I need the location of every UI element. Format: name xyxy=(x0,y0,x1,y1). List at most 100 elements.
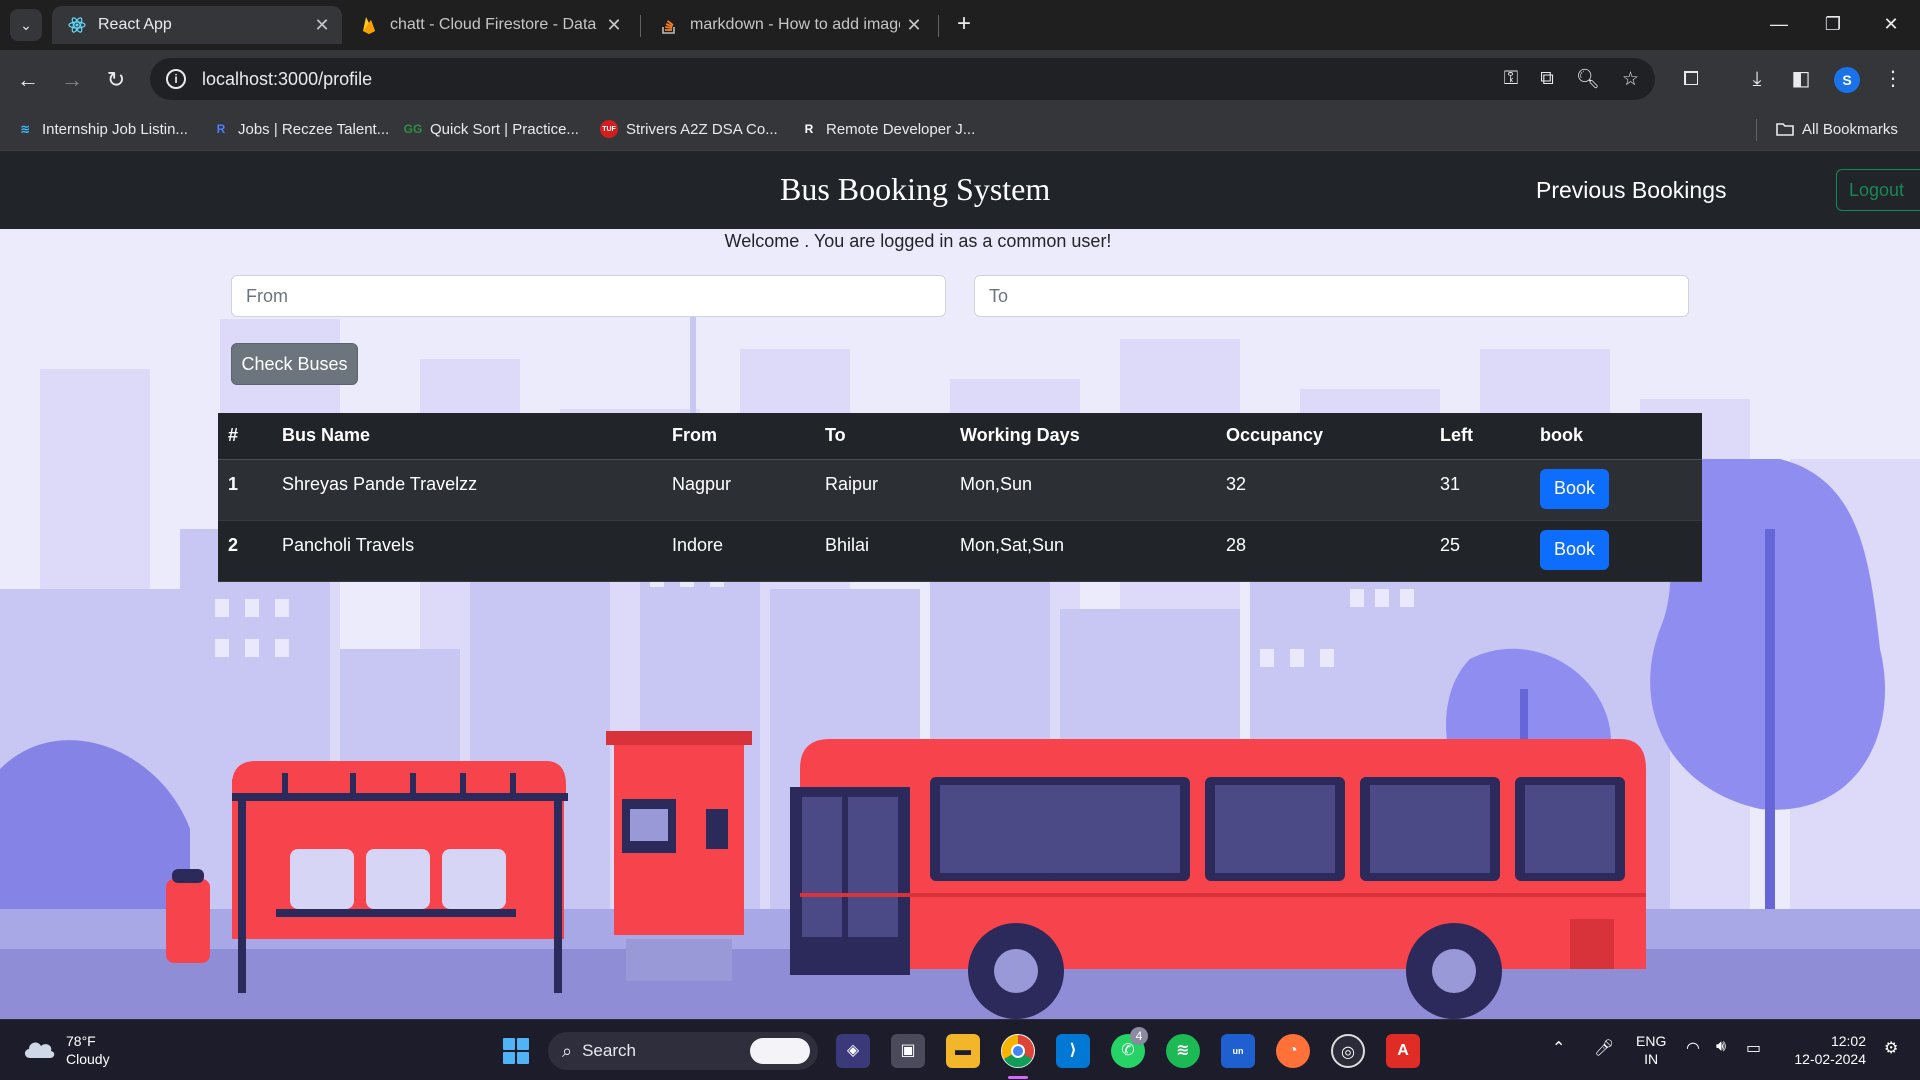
copilot-app-icon[interactable]: ◈ xyxy=(836,1034,870,1068)
address-bar[interactable]: i localhost:3000/profile ⚿ ⧉ 🔍︎ ☆ xyxy=(150,58,1655,100)
tab-react-app[interactable]: React App ✕ xyxy=(52,6,342,44)
bus-seats-left: 25 xyxy=(1430,520,1530,582)
vscode-icon[interactable]: ⟩ xyxy=(1056,1034,1090,1068)
language-indicator[interactable]: ENG IN xyxy=(1636,1032,1666,1068)
profile-avatar[interactable]: S xyxy=(1834,67,1860,93)
obs-icon[interactable]: ◎ xyxy=(1331,1034,1365,1068)
close-icon[interactable]: ✕ xyxy=(900,15,928,36)
star-icon[interactable]: ☆ xyxy=(1622,68,1639,91)
col-header-number: # xyxy=(218,413,272,460)
new-tab-button[interactable]: + xyxy=(948,9,980,41)
task-view-icon[interactable]: ▣ xyxy=(891,1034,925,1068)
reload-icon[interactable]: ↻ xyxy=(100,64,132,96)
active-app-indicator xyxy=(1008,1076,1028,1079)
logout-button[interactable]: Logout xyxy=(1836,169,1920,211)
window-close-icon[interactable]: ✕ xyxy=(1864,8,1918,40)
tuf-icon: TUF xyxy=(600,120,618,138)
book-button[interactable]: Book xyxy=(1540,468,1609,509)
taskbar: 78°F Cloudy ⌕ Search ◈ ▣ ▬ ⟩ ✆ 4 ≋ un ◔ … xyxy=(0,1019,1920,1080)
previous-bookings-link[interactable]: Previous Bookings xyxy=(1536,177,1727,204)
react-icon xyxy=(68,16,86,34)
bookmark-divider xyxy=(1756,119,1757,141)
col-header-occupancy: Occupancy xyxy=(1216,413,1430,460)
extensions-icon[interactable]: ⧠ xyxy=(1676,64,1706,94)
bus-working-days: Mon,Sun xyxy=(950,459,1216,521)
bus-occupancy: 32 xyxy=(1216,459,1430,521)
bookmark-item[interactable]: R Remote Developer J... xyxy=(800,118,976,140)
url-text[interactable]: localhost:3000/profile xyxy=(202,69,372,90)
spotify-icon[interactable]: ≋ xyxy=(1166,1034,1200,1068)
close-icon[interactable]: ✕ xyxy=(308,15,336,36)
unstop-icon[interactable]: un xyxy=(1221,1034,1255,1068)
key-icon[interactable]: ⚿ xyxy=(1504,68,1518,90)
bus-name: Pancholi Travels xyxy=(272,520,662,582)
geeksforgeeks-icon: GG xyxy=(403,122,423,136)
volume-icon[interactable]: 🔊︎ xyxy=(1716,1038,1726,1056)
tab-title: markdown - How to add image xyxy=(690,16,900,33)
clock-time: 12:02 xyxy=(1830,1033,1866,1049)
bus-from: Indore xyxy=(662,520,815,582)
side-panel-icon[interactable]: ◧ xyxy=(1786,64,1816,94)
bookmark-item[interactable]: TUF Strivers A2Z DSA Co... xyxy=(600,118,778,140)
close-icon[interactable]: ✕ xyxy=(600,15,628,36)
weather-widget[interactable]: 78°F Cloudy xyxy=(22,1032,110,1068)
tab-markdown[interactable]: markdown - How to add image ✕ xyxy=(644,6,934,44)
brand-title[interactable]: Bus Booking System xyxy=(780,171,1050,208)
table-row: 1 Shreyas Pande Travelzz Nagpur Raipur M… xyxy=(218,459,1702,521)
book-button[interactable]: Book xyxy=(1540,529,1609,570)
microphone-icon[interactable]: 🎤︎ xyxy=(1594,1038,1614,1058)
battery-icon[interactable]: ▭ xyxy=(1746,1038,1761,1058)
internshala-icon: ≋ xyxy=(19,122,31,136)
download-icon[interactable]: ⤓ xyxy=(1742,64,1772,94)
wifi-icon[interactable]: ◠ xyxy=(1686,1038,1700,1058)
from-input[interactable] xyxy=(231,275,946,317)
firefox-icon[interactable]: ◔ xyxy=(1276,1034,1310,1068)
tab-firestore[interactable]: chatt - Cloud Firestore - Data - ✕ xyxy=(344,6,634,44)
stackoverflow-icon xyxy=(660,16,678,34)
bus-table: # Bus Name From To Working Days Occupanc… xyxy=(218,413,1702,582)
bus-from: Nagpur xyxy=(662,459,815,521)
table-header-row: # Bus Name From To Working Days Occupanc… xyxy=(218,413,1702,460)
web-page: Bus Booking System Previous Bookings Log… xyxy=(0,151,1920,1019)
acrobat-icon[interactable]: A xyxy=(1386,1034,1420,1068)
forward-icon[interactable]: → xyxy=(56,64,88,96)
bus-occupancy: 28 xyxy=(1216,520,1430,582)
taskbar-search[interactable]: ⌕ Search xyxy=(548,1032,818,1070)
menu-icon[interactable]: ⋮ xyxy=(1878,64,1908,94)
all-bookmarks[interactable]: All Bookmarks xyxy=(1776,118,1898,140)
open-external-icon[interactable]: ⧉ xyxy=(1540,68,1554,90)
file-explorer-icon[interactable]: ▬ xyxy=(946,1034,980,1068)
chevron-up-icon[interactable]: ⌃ xyxy=(1552,1038,1565,1058)
browser-toolbar: ← → ↻ i localhost:3000/profile ⚿ ⧉ 🔍︎ ☆ … xyxy=(0,50,1920,108)
clock[interactable]: 12:02 12-02-2024 xyxy=(1782,1032,1866,1068)
bus-name: Shreyas Pande Travelzz xyxy=(272,459,662,521)
bookmark-item[interactable]: R Jobs | Reczee Talent... xyxy=(212,118,390,140)
zoom-icon[interactable]: 🔍︎ xyxy=(1576,67,1600,91)
bookmark-item[interactable]: ≋ Internship Job Listin... xyxy=(16,118,188,140)
welcome-message: Welcome . You are logged in as a common … xyxy=(724,231,1112,251)
chrome-icon[interactable] xyxy=(1001,1034,1035,1068)
tab-separator xyxy=(938,15,939,37)
folder-icon xyxy=(1776,120,1794,138)
copilot-icon[interactable] xyxy=(750,1038,810,1064)
cloud-icon xyxy=(22,1036,56,1065)
tab-separator xyxy=(640,15,641,37)
tab-title: React App xyxy=(98,16,172,33)
tab-search-button[interactable]: ⌄ xyxy=(10,9,42,41)
col-header-left: Left xyxy=(1430,413,1530,460)
to-input[interactable] xyxy=(974,275,1689,317)
minimize-icon[interactable]: — xyxy=(1752,8,1806,40)
notifications-icon[interactable]: ⚙ xyxy=(1884,1038,1898,1058)
restore-icon[interactable]: ❐ xyxy=(1806,8,1860,40)
row-number: 2 xyxy=(218,520,272,582)
firebase-icon xyxy=(360,16,378,34)
bookmark-item[interactable]: GG Quick Sort | Practice... xyxy=(404,118,579,140)
site-info-icon[interactable]: i xyxy=(166,69,186,89)
row-number: 1 xyxy=(218,459,272,521)
book-cell: Book xyxy=(1530,520,1702,582)
check-buses-button[interactable]: Check Buses xyxy=(231,343,358,385)
back-icon[interactable]: ← xyxy=(12,64,44,96)
bus-working-days: Mon,Sat,Sun xyxy=(950,520,1216,582)
bus-to: Raipur xyxy=(815,459,950,521)
windows-start-icon[interactable] xyxy=(503,1038,529,1064)
